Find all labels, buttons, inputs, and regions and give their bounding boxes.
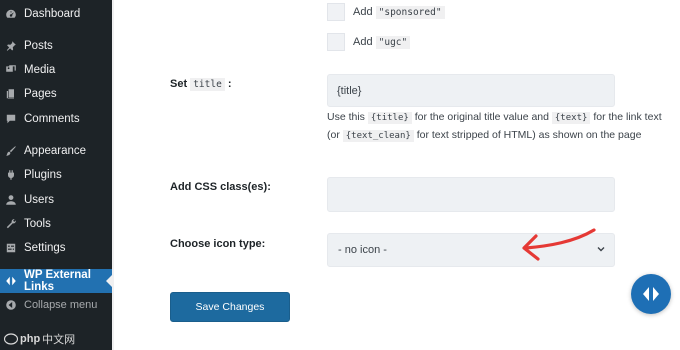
add-sponsored-label: Add	[353, 6, 373, 18]
add-ugc-checkbox[interactable]	[327, 33, 345, 51]
collapse-icon	[5, 299, 17, 311]
watermark-prefix: php	[20, 333, 41, 345]
sidebar-item-label: Plugins	[24, 169, 62, 181]
css-class-label: Add CSS class(es):	[170, 181, 271, 193]
sponsored-code: "sponsored"	[375, 5, 445, 19]
ugc-code: "ugc"	[375, 35, 411, 49]
add-ugc-row: Add "ugc"	[327, 33, 411, 51]
user-icon	[5, 194, 17, 206]
sidebar-item-plugins[interactable]: Plugins	[0, 163, 112, 187]
sidebar-item-label: WP External Links	[24, 269, 91, 293]
css-class-field[interactable]	[327, 177, 615, 212]
help-text-2: for the original title value and	[414, 111, 549, 123]
settings-panel: Add "sponsored" Add "ugc" Set title : {t…	[114, 0, 680, 350]
icon-type-selected: - no icon -	[338, 244, 387, 256]
sidebar-item-label: Media	[24, 64, 56, 76]
page-icon	[5, 88, 17, 100]
sidebar-item-label: Settings	[24, 242, 66, 254]
sidebar-item-settings[interactable]: Settings	[0, 236, 112, 260]
sidebar-item-label: Dashboard	[24, 8, 81, 20]
sidebar-item-label: Pages	[24, 88, 57, 100]
sidebar-item-users[interactable]: Users	[0, 188, 112, 212]
set-title-label-suffix: :	[227, 78, 232, 90]
pin-icon	[5, 40, 17, 52]
set-title-label: Set title :	[170, 78, 232, 91]
brush-icon	[5, 145, 17, 157]
sidebar-item-label: Posts	[24, 40, 53, 52]
help-code-title: {title}	[367, 112, 412, 124]
icon-type-label: Choose icon type:	[170, 238, 266, 250]
sidebar-item-tools[interactable]: Tools	[0, 212, 112, 236]
save-changes-button[interactable]: Save Changes	[170, 292, 290, 322]
set-title-label-code: title	[190, 78, 225, 91]
settings-icon	[5, 242, 17, 254]
sidebar-item-appearance[interactable]: Appearance	[0, 139, 112, 163]
title-field-value: {title}	[337, 84, 362, 97]
sidebar-item-pages[interactable]: Pages	[0, 82, 112, 106]
external-links-icon	[5, 275, 17, 287]
comment-icon	[5, 113, 17, 125]
media-icon	[5, 64, 17, 76]
dashboard-icon	[5, 8, 17, 20]
sidebar-item-posts[interactable]: Posts	[0, 34, 112, 58]
collapse-menu-button[interactable]: Collapse menu	[0, 293, 112, 317]
floating-external-links-button[interactable]	[631, 274, 671, 314]
help-code-text-clean: {text_clean}	[342, 130, 414, 142]
sidebar-item-wp-external-links[interactable]: WP External Links	[0, 269, 112, 293]
external-links-icon	[643, 287, 659, 301]
set-title-label-prefix: Set	[170, 78, 188, 90]
title-field[interactable]: {title}	[327, 74, 615, 107]
help-text-4: for text stripped of HTML) as shown on t…	[416, 129, 642, 141]
watermark-logo-icon	[3, 333, 19, 345]
sidebar-item-label: Tools	[24, 218, 51, 230]
wrench-icon	[5, 218, 17, 230]
sidebar-item-label: Comments	[24, 113, 80, 125]
admin-sidebar: Dashboard Posts Media Pages Comments App…	[0, 0, 112, 350]
add-sponsored-row: Add "sponsored"	[327, 3, 445, 21]
sidebar-item-label: Collapse menu	[24, 299, 98, 311]
sidebar-item-comments[interactable]: Comments	[0, 107, 112, 131]
sidebar-item-dashboard[interactable]: Dashboard	[0, 2, 112, 26]
add-sponsored-checkbox[interactable]	[327, 3, 345, 21]
watermark-suffix: 中文网	[42, 334, 76, 346]
watermark: php 中文网	[0, 328, 112, 350]
sidebar-item-label: Appearance	[24, 145, 87, 157]
plugin-icon	[5, 169, 17, 181]
sidebar-item-media[interactable]: Media	[0, 58, 112, 82]
sidebar-item-label: Users	[24, 194, 55, 206]
title-help-text: Use this {title} for the original title …	[327, 109, 667, 145]
add-ugc-label: Add	[353, 36, 373, 48]
annotation-arrow	[522, 228, 596, 261]
help-text-1: Use this	[327, 111, 365, 123]
help-code-text: {text}	[551, 112, 591, 124]
